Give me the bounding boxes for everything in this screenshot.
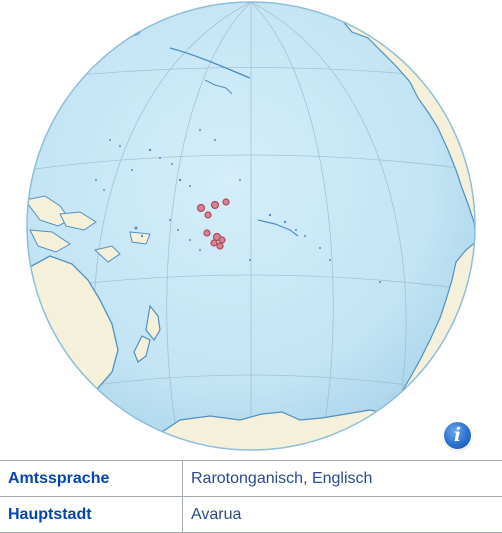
locator-map: i <box>0 0 502 460</box>
table-row: Hauptstadt Avarua <box>0 497 502 533</box>
capital-value: Avarua <box>183 497 502 533</box>
official-language-label[interactable]: Amtssprache <box>0 461 183 497</box>
table-row: Amtssprache Rarotonganisch, Englisch <box>0 461 502 497</box>
official-language-value: Rarotonganisch, Englisch <box>183 461 502 497</box>
info-icon[interactable]: i <box>444 422 471 449</box>
infobox-table: Amtssprache Rarotonganisch, Englisch Hau… <box>0 460 502 533</box>
info-glyph: i <box>444 424 471 446</box>
globe-map <box>0 0 502 460</box>
capital-label[interactable]: Hauptstadt <box>0 497 183 533</box>
